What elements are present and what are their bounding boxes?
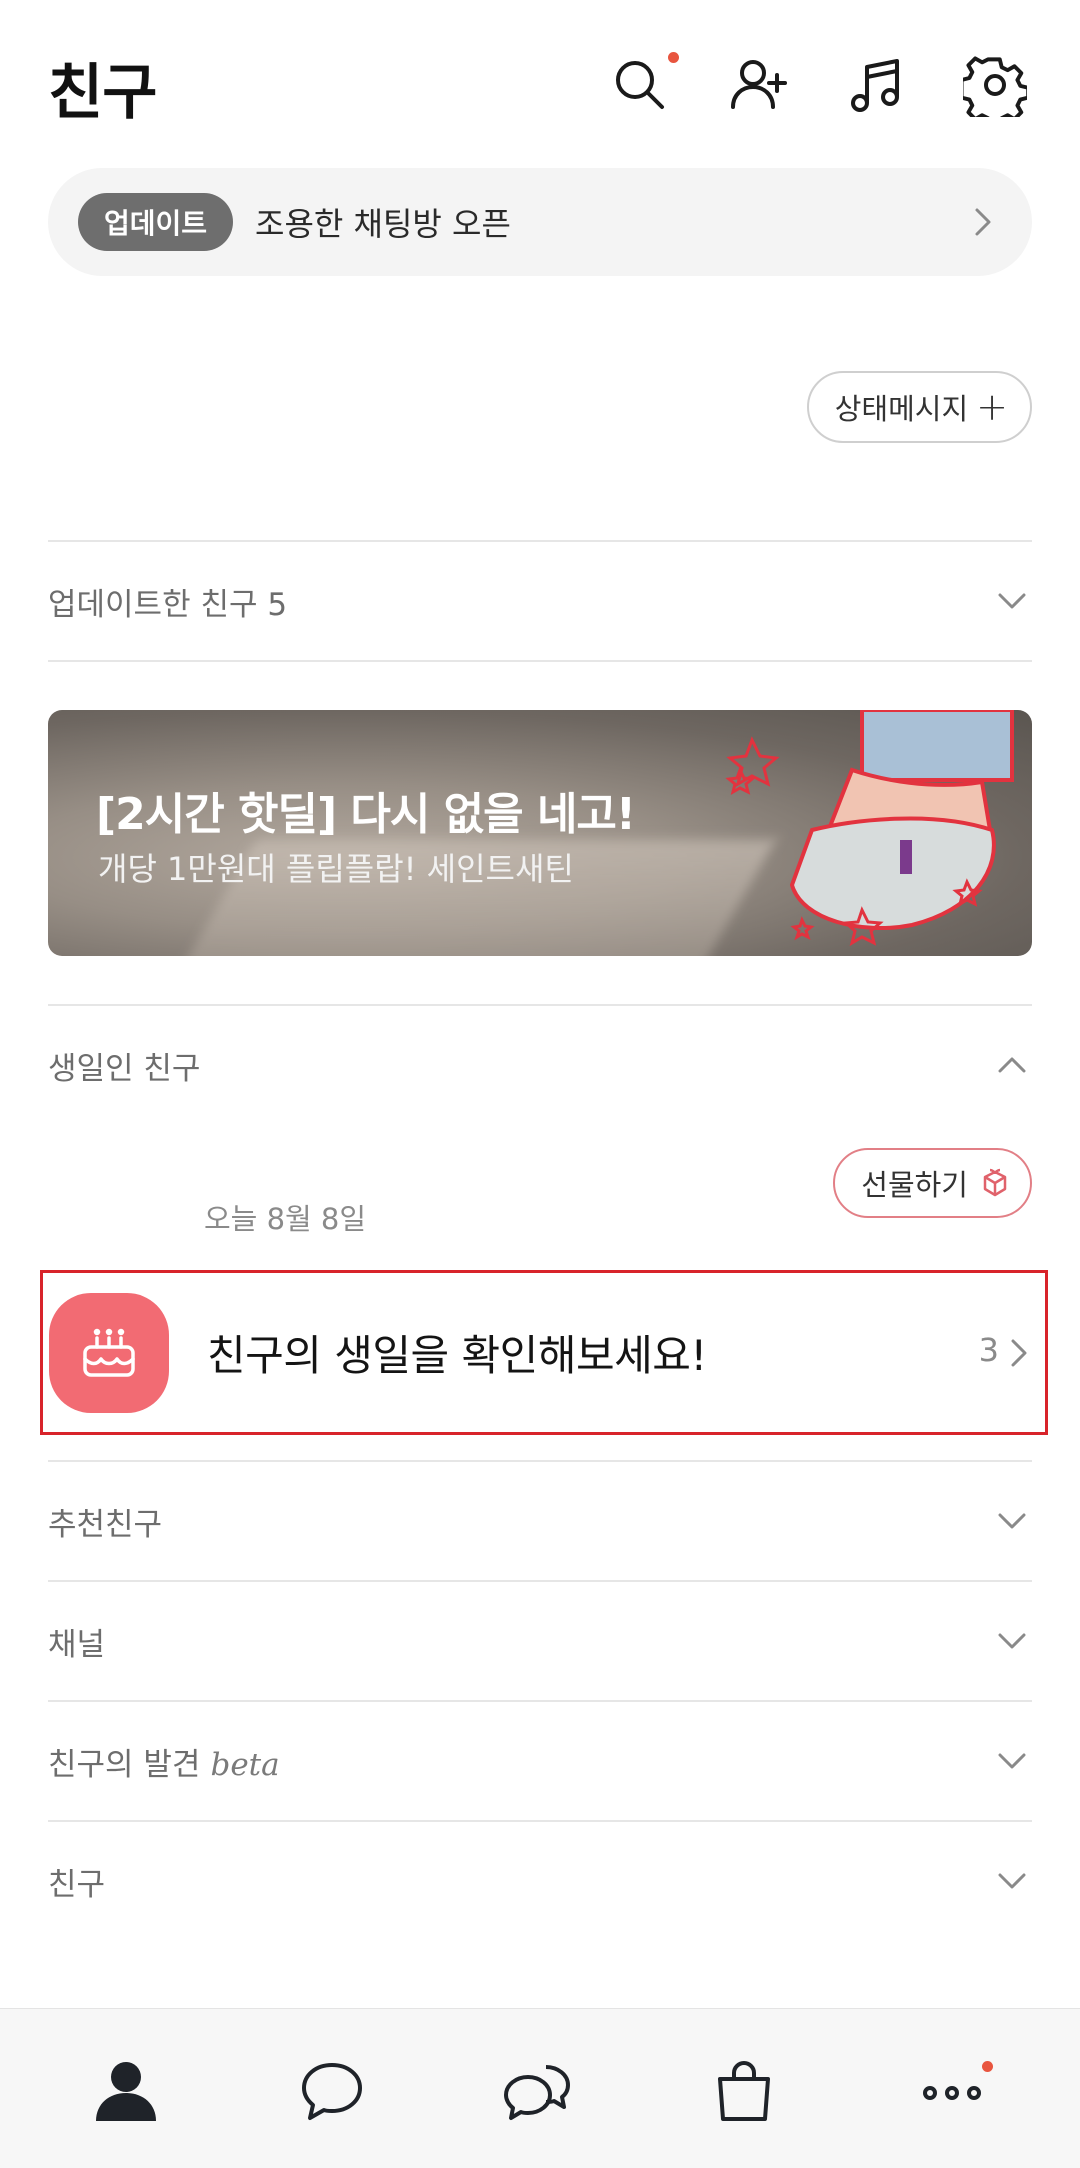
more-dots-icon	[923, 2086, 981, 2100]
divider	[48, 1004, 1032, 1006]
birthday-cake-icon-tile	[49, 1292, 169, 1413]
divider	[48, 660, 1032, 662]
beta-tag: beta	[210, 1746, 280, 1783]
chat-bubble-icon	[302, 2063, 362, 2120]
ad-banner[interactable]: [2시간 핫딜] 다시 없을 네고! 개당 1만원대 플립플랍! 세인트새틴	[48, 710, 1032, 956]
section-friends[interactable]: 친구	[48, 1836, 1032, 1926]
plus-icon: +	[976, 385, 1008, 429]
gift-label: 선물하기	[861, 1168, 968, 1202]
birthday-check-row[interactable]: 친구의 생일을 확인해보세요! 3	[40, 1270, 1048, 1435]
section-channel[interactable]: 채널	[48, 1596, 1032, 1686]
add-friend-button[interactable]	[724, 50, 794, 120]
section-label: 채널	[48, 1626, 106, 1663]
ad-subtitle: 개당 1만원대 플립플랍! 세인트새틴	[98, 850, 574, 888]
notification-dot	[982, 2061, 993, 2072]
music-button[interactable]	[841, 50, 911, 120]
update-badge: 업데이트	[78, 193, 234, 251]
chevron-down-icon	[998, 1873, 1026, 1889]
section-discovery[interactable]: 친구의 발견 beta	[48, 1716, 1032, 1806]
section-birthday-friends[interactable]: 생일인 친구	[48, 1020, 1032, 1110]
divider	[48, 1700, 1032, 1702]
status-message-button[interactable]: 상태메시지 +	[806, 371, 1032, 443]
divider	[48, 1460, 1032, 1462]
section-recommended[interactable]: 추천친구	[48, 1476, 1032, 1566]
open-chat-icon	[504, 2065, 570, 2120]
section-label: 생일인 친구	[48, 1050, 201, 1087]
divider	[48, 1820, 1032, 1822]
update-text: 조용한 채팅방 오픈	[255, 205, 511, 243]
chevron-up-icon	[998, 1057, 1026, 1073]
flip-flop-illustration	[725, 710, 1014, 947]
notification-dot	[668, 52, 679, 63]
search-button[interactable]	[605, 50, 679, 120]
more-tab[interactable]	[912, 2051, 993, 2131]
chevron-down-icon	[998, 1513, 1026, 1529]
status-message-label: 상태메시지	[834, 392, 969, 426]
chevron-right-icon	[975, 208, 991, 236]
music-icon	[851, 59, 899, 112]
gift-icon	[983, 1168, 1007, 1197]
search-icon	[616, 61, 664, 109]
add-friend-icon	[731, 60, 787, 109]
person-icon	[96, 2062, 156, 2121]
bottom-tab-bar	[0, 2008, 1080, 2168]
birthday-date: 오늘 8월 8일	[204, 1202, 367, 1236]
openchat-tab[interactable]	[498, 2051, 578, 2131]
section-updated-friends[interactable]: 업데이트한 친구 5	[48, 556, 1032, 646]
settings-button[interactable]	[960, 50, 1030, 120]
birthday-count: 3	[978, 1331, 999, 1369]
shopping-bag-icon	[718, 2061, 770, 2121]
section-label: 친구의 발견 beta	[48, 1739, 280, 1784]
header: 친구	[0, 0, 1080, 160]
section-label: 업데이트한 친구 5	[48, 586, 288, 623]
section-label: 추천친구	[48, 1506, 163, 1543]
discovery-label: 친구의 발견	[48, 1746, 201, 1783]
section-label: 친구	[48, 1866, 106, 1903]
divider	[48, 540, 1032, 542]
settings-icon	[963, 56, 1027, 117]
divider	[48, 1580, 1032, 1582]
gift-button[interactable]: 선물하기	[833, 1148, 1032, 1218]
chevron-down-icon	[998, 1753, 1026, 1769]
chevron-down-icon	[998, 1633, 1026, 1649]
update-banner[interactable]: 업데이트 조용한 채팅방 오픈	[48, 168, 1032, 276]
chevron-right-icon	[1011, 1339, 1027, 1367]
ad-title: [2시간 핫딜] 다시 없을 네고!	[96, 789, 636, 840]
friends-tab[interactable]	[86, 2051, 166, 2131]
chats-tab[interactable]	[292, 2051, 372, 2131]
chevron-down-icon	[998, 593, 1026, 609]
birthday-cake-icon	[83, 1328, 135, 1377]
birthday-prompt: 친구의 생일을 확인해보세요!	[207, 1331, 707, 1380]
page-title: 친구	[48, 58, 157, 128]
shopping-tab[interactable]	[704, 2051, 784, 2131]
